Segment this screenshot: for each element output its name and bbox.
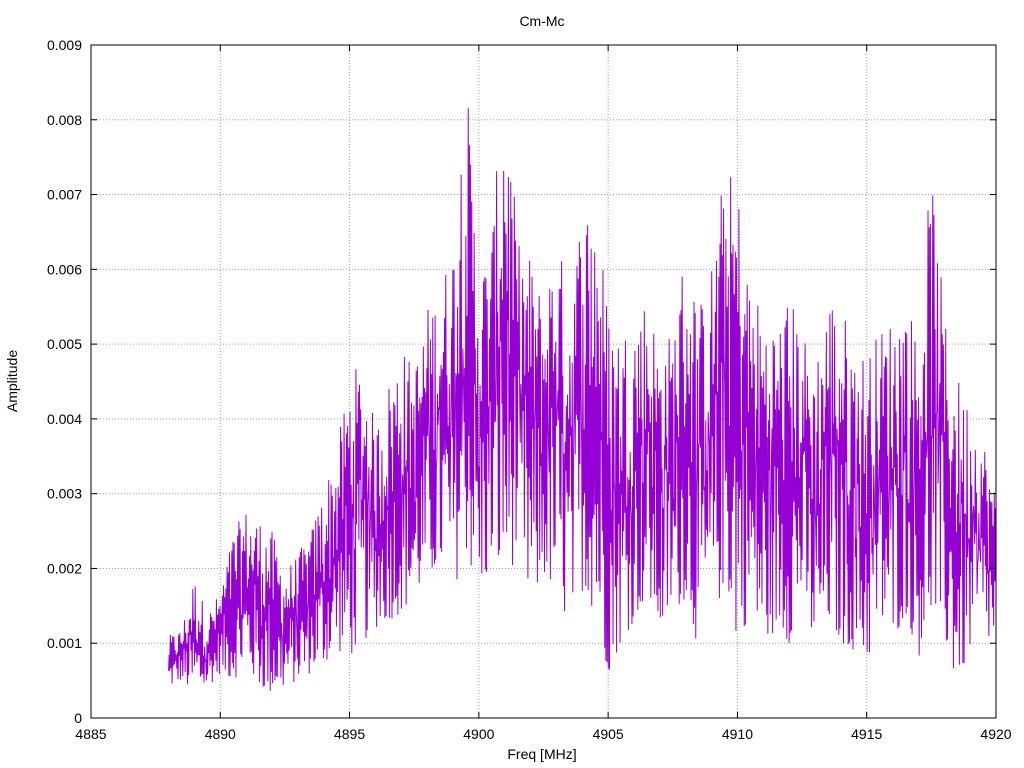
y-tick-label: 0.008 xyxy=(47,112,82,128)
y-tick-label: 0.009 xyxy=(47,37,82,53)
y-tick-label: 0 xyxy=(74,710,82,726)
x-tick-label: 4885 xyxy=(75,726,106,742)
y-tick-label: 0.003 xyxy=(47,486,82,502)
x-axis-title: Freq [MHz] xyxy=(507,746,576,762)
series-line xyxy=(168,108,997,691)
y-tick-label: 0.005 xyxy=(47,336,82,352)
x-tick-label: 4920 xyxy=(980,726,1011,742)
chart-svg: 4885 4890 4895 4900 4905 4910 4915 4920 0 0.001 0.… xyxy=(4,13,1012,762)
x-tick-label: 4890 xyxy=(205,726,236,742)
x-tick-label: 4915 xyxy=(851,726,882,742)
y-tick-label: 0.007 xyxy=(47,187,82,203)
y-tick-label: 0.004 xyxy=(47,411,82,427)
x-tick-label: 4895 xyxy=(334,726,365,742)
y-tick-label: 0.001 xyxy=(47,635,82,651)
chart-title: Cm-Mc xyxy=(519,13,564,29)
y-axis-title: Amplitude xyxy=(4,350,20,412)
y-tick-label: 0.006 xyxy=(47,261,82,277)
x-tick-label: 4905 xyxy=(593,726,624,742)
x-tick-label: 4910 xyxy=(722,726,753,742)
data-series xyxy=(168,108,997,691)
y-tick-label: 0.002 xyxy=(47,560,82,576)
x-tick-label: 4900 xyxy=(463,726,494,742)
